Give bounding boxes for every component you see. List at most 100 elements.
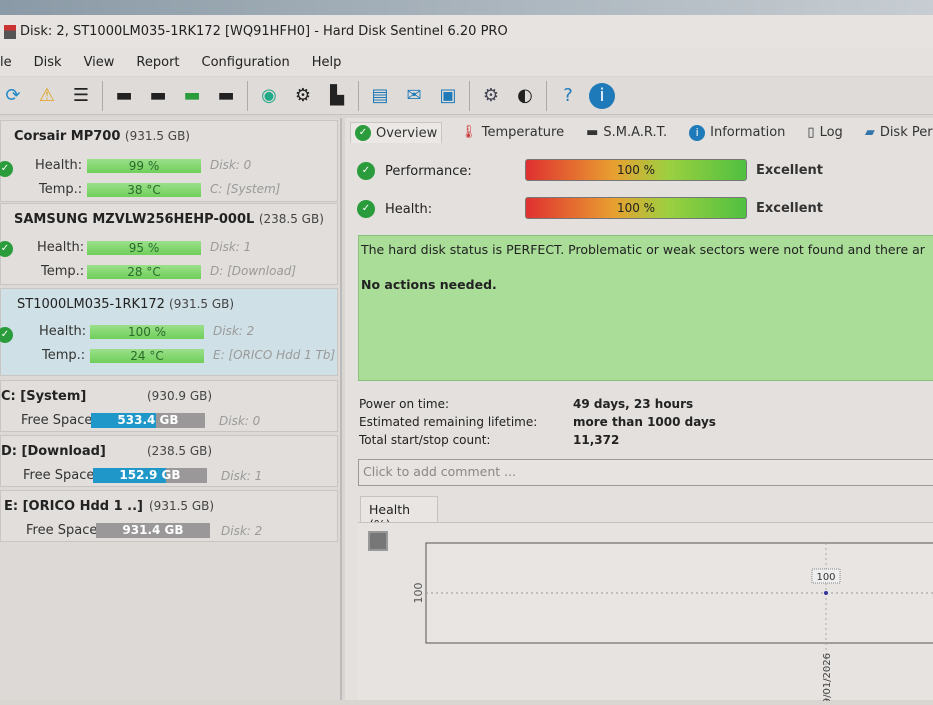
- performance-icon: ▰: [864, 125, 875, 140]
- free-space-bar: 533.4 GB: [91, 413, 205, 428]
- tab-disk-performance[interactable]: ▰Disk Perfor: [861, 123, 933, 142]
- temp-bar: 28 °C: [87, 265, 201, 279]
- volume-size: (931.5 GB): [149, 499, 215, 513]
- tab-bar: ✓ Overview 🌡 Temperature ▬ S.M.A.R.T. i Info…: [350, 122, 933, 143]
- thermometer-icon: 🌡: [460, 125, 477, 140]
- health-chart: 100 100 19/01/2026: [358, 522, 933, 705]
- temp-label: Temp.:: [42, 348, 86, 363]
- disk-item[interactable]: SAMSUNG MZVLW256HEHP-000L (238.5 GB) ✓ H…: [0, 203, 338, 285]
- x-tick-label: 19/01/2026: [822, 653, 833, 701]
- disk-icon[interactable]: ▬: [111, 83, 137, 109]
- menu-help[interactable]: Help: [312, 55, 342, 70]
- menu-view[interactable]: View: [84, 55, 115, 70]
- free-space-label: Free Space: [23, 468, 95, 483]
- tab-health-chart[interactable]: Health (%): [360, 496, 438, 532]
- volume-size: (930.9 GB): [147, 389, 213, 403]
- menu-configuration[interactable]: Configuration: [202, 55, 290, 70]
- free-space-label: Free Space: [21, 413, 93, 428]
- disk-number: Disk: 2: [213, 324, 255, 338]
- menu-file[interactable]: le: [0, 55, 12, 70]
- volume-name: C: [System]: [1, 389, 87, 404]
- health-bar: 100 %: [90, 325, 204, 339]
- menu-report[interactable]: Report: [136, 55, 179, 70]
- status-box: The hard disk status is PERFECT. Problem…: [358, 235, 933, 381]
- tab-log[interactable]: ▯ Log: [803, 123, 846, 142]
- help-icon[interactable]: ?: [555, 83, 581, 109]
- health-chart-svg: 100 100 19/01/2026: [412, 542, 933, 705]
- info-row: Total start/stop count: 11,372: [359, 433, 620, 447]
- tab-information[interactable]: i Information: [685, 123, 789, 143]
- disk-name: SAMSUNG MZVLW256HEHP-000L: [14, 212, 255, 227]
- info-icon: i: [689, 124, 706, 141]
- export-icon[interactable]: ▙: [324, 83, 350, 109]
- performance-bar: 100 %: [525, 159, 747, 181]
- health-bar: 100 %: [525, 197, 747, 219]
- performance-rating: Excellent: [756, 163, 823, 178]
- menu-disk[interactable]: Disk: [34, 55, 62, 70]
- detail-panel: ✓ Overview 🌡 Temperature ▬ S.M.A.R.T. i Info…: [345, 118, 933, 705]
- disk-item-selected[interactable]: ST1000LM035-1RK172 (931.5 GB) ✓ Health: …: [0, 288, 338, 376]
- disk-ok-icon[interactable]: ▬: [179, 83, 205, 109]
- disk-number: Disk: 2: [221, 524, 263, 538]
- smart-icon: ▬: [586, 125, 599, 140]
- disk-search-icon[interactable]: ▬: [213, 83, 239, 109]
- free-space-bar: 931.4 GB: [96, 523, 210, 538]
- check-icon: ✓: [357, 162, 375, 180]
- info-row: Estimated remaining lifetime: more than 1…: [359, 415, 716, 429]
- disk-number: Disk: 1: [221, 469, 263, 483]
- check-icon: ✓: [0, 241, 13, 257]
- network-monitor-icon[interactable]: ▣: [435, 83, 461, 109]
- check-icon: ✓: [357, 200, 375, 218]
- volume-name: C: [System]: [210, 182, 281, 196]
- disk-schedule-icon[interactable]: ▬: [145, 83, 171, 109]
- disk-panel: Corsair MP700 (931.5 GB) ✓ Health: 99 % …: [0, 118, 342, 700]
- volume-name: E: [ORICO Hdd 1 ..]: [4, 499, 143, 514]
- volume-item[interactable]: E: [ORICO Hdd 1 ..] (931.5 GB) Free Spac…: [0, 490, 338, 542]
- volume-item[interactable]: C: [System] (930.9 GB) Free Space 533.4 …: [0, 380, 338, 432]
- screen-bezel: [0, 0, 933, 15]
- disk-number: Disk: 0: [219, 414, 261, 428]
- disk-list-icon[interactable]: ☰: [68, 83, 94, 109]
- disk-size: (238.5 GB): [258, 212, 324, 226]
- comment-input[interactable]: Click to add comment ...: [358, 459, 933, 486]
- mail-icon[interactable]: ✉: [401, 83, 427, 109]
- health-rating: Excellent: [756, 201, 823, 216]
- check-icon: ✓: [0, 327, 13, 343]
- web-disk-icon[interactable]: ◉: [256, 83, 282, 109]
- health-label: Health:: [39, 324, 87, 339]
- temp-bar: 38 °C: [87, 183, 201, 197]
- disk-name: Corsair MP700: [14, 129, 121, 144]
- sound-icon[interactable]: ◐: [512, 83, 538, 109]
- disk-item[interactable]: Corsair MP700 (931.5 GB) ✓ Health: 99 % …: [0, 120, 338, 202]
- data-label: 100: [816, 572, 835, 583]
- volume-name: E: [ORICO Hdd 1 Tb]: [213, 348, 336, 362]
- settings-icon[interactable]: ⚙: [478, 83, 504, 109]
- health-bar: 99 %: [87, 159, 201, 173]
- log-icon: ▯: [807, 125, 815, 140]
- refresh-warning-icon[interactable]: ⚠: [34, 83, 60, 109]
- tab-overview[interactable]: ✓ Overview: [350, 122, 443, 143]
- health-label: Health:: [37, 240, 85, 255]
- health-row: ✓ Health:: [357, 200, 432, 218]
- tab-temperature[interactable]: 🌡 Temperature: [456, 123, 568, 142]
- disk-number: Disk: 0: [210, 158, 252, 172]
- network-icon[interactable]: ⚙: [290, 83, 316, 109]
- volume-item[interactable]: D: [Download] (238.5 GB) Free Space 152.…: [0, 435, 338, 487]
- disk-size: (931.5 GB): [169, 297, 235, 311]
- temp-label: Temp.:: [39, 182, 83, 197]
- free-space-label: Free Space: [26, 523, 98, 538]
- disk-number: Disk: 1: [210, 240, 252, 254]
- health-label: Health:: [35, 158, 83, 173]
- save-icon[interactable]: [368, 531, 388, 551]
- check-icon: ✓: [355, 125, 371, 141]
- report-icon[interactable]: ▤: [367, 83, 393, 109]
- tab-smart[interactable]: ▬ S.M.A.R.T.: [582, 123, 671, 142]
- title-bar: Disk: 2, ST1000LM035-1RK172 [WQ91HFH0] -…: [0, 15, 933, 48]
- temp-label: Temp.:: [41, 264, 85, 279]
- refresh-icon[interactable]: ⟳: [0, 83, 26, 109]
- volume-name: D: [Download]: [210, 264, 297, 278]
- info-icon[interactable]: i: [589, 82, 615, 109]
- data-point: [824, 591, 828, 595]
- y-tick-label: 100: [412, 583, 425, 604]
- temp-bar: 24 °C: [90, 349, 204, 363]
